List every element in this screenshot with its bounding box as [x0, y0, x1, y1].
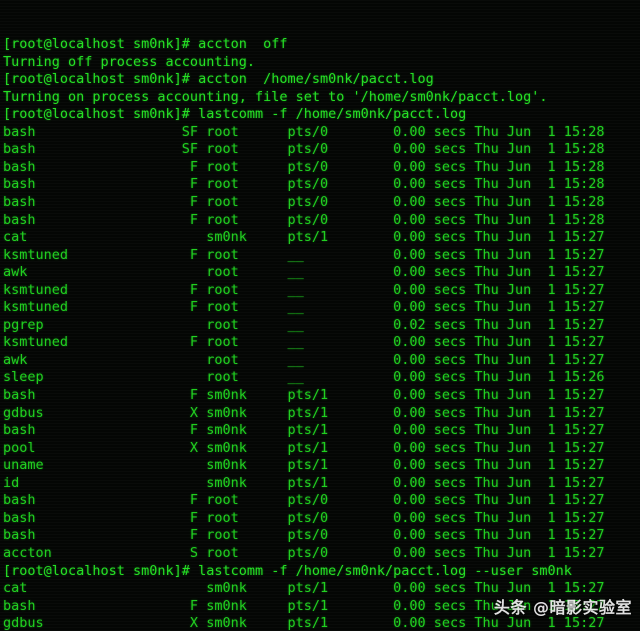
lastcomm-record-row: pool X sm0nk pts/1 0.00 secs Thu Jun 1 1…	[3, 439, 605, 456]
shell-prompt-line: [root@localhost sm0nk]# lastcomm -f /hom…	[3, 562, 572, 579]
lastcomm-record-row: bash F root pts/0 0.00 secs Thu Jun 1 15…	[3, 176, 605, 193]
lastcomm-record-row: cat sm0nk pts/1 0.00 secs Thu Jun 1 15:2…	[3, 229, 605, 246]
lastcomm-record-row: bash F root pts/0 0.00 secs Thu Jun 1 15…	[3, 158, 605, 175]
lastcomm-record-row: bash F sm0nk pts/1 0.00 secs Thu Jun 1 1…	[3, 597, 605, 614]
lastcomm-record-row: bash F root pts/0 0.00 secs Thu Jun 1 15…	[3, 509, 605, 526]
lastcomm-record-row: bash F root pts/0 0.00 secs Thu Jun 1 15…	[3, 194, 605, 211]
shell-message-line: Turning off process accounting.	[3, 53, 255, 70]
lastcomm-record-row: awk root __ 0.00 secs Thu Jun 1 15:27	[3, 264, 605, 281]
shell-prompt-line: [root@localhost sm0nk]# lastcomm -f /hom…	[3, 106, 467, 123]
lastcomm-record-row: bash F root pts/0 0.00 secs Thu Jun 1 15…	[3, 211, 605, 228]
lastcomm-record-row: gdbus X sm0nk pts/1 0.00 secs Thu Jun 1 …	[3, 404, 605, 421]
lastcomm-record-row: sleep root __ 0.00 secs Thu Jun 1 15:26	[3, 369, 605, 386]
lastcomm-record-row: uname sm0nk pts/1 0.00 secs Thu Jun 1 15…	[3, 457, 605, 474]
lastcomm-record-row: bash F root pts/0 0.00 secs Thu Jun 1 15…	[3, 492, 605, 509]
lastcomm-record-row: ksmtuned F root __ 0.00 secs Thu Jun 1 1…	[3, 246, 605, 263]
lastcomm-record-row: ksmtuned F root __ 0.00 secs Thu Jun 1 1…	[3, 334, 605, 351]
terminal-screen[interactable]: [root@localhost sm0nk]# accton off Turnin…	[0, 0, 604, 631]
lastcomm-record-row: bash F sm0nk pts/1 0.00 secs Thu Jun 1 1…	[3, 387, 605, 404]
lastcomm-record-row: bash F root pts/0 0.00 secs Thu Jun 1 15…	[3, 527, 605, 544]
shell-message-line: Turning on process accounting, file set …	[3, 88, 548, 105]
shell-prompt-line: [root@localhost sm0nk]# accton /home/sm0…	[3, 71, 434, 88]
lastcomm-record-row: gdbus X sm0nk pts/1 0.00 secs Thu Jun 1 …	[3, 615, 605, 631]
terminal-output: [root@localhost sm0nk]# accton off Turnin…	[3, 36, 604, 631]
lastcomm-record-row: awk root __ 0.00 secs Thu Jun 1 15:27	[3, 351, 605, 368]
lastcomm-record-row: cat sm0nk pts/1 0.00 secs Thu Jun 1 15:2…	[3, 580, 605, 597]
lastcomm-record-row: ksmtuned F root __ 0.00 secs Thu Jun 1 1…	[3, 281, 605, 298]
lastcomm-record-row: id sm0nk pts/1 0.00 secs Thu Jun 1 15:27	[3, 474, 605, 491]
shell-prompt-line: [root@localhost sm0nk]# accton off	[3, 36, 288, 53]
lastcomm-record-row: bash SF root pts/0 0.00 secs Thu Jun 1 1…	[3, 141, 605, 158]
lastcomm-record-row: bash SF root pts/0 0.00 secs Thu Jun 1 1…	[3, 123, 605, 140]
lastcomm-record-row: pgrep root __ 0.02 secs Thu Jun 1 15:27	[3, 316, 605, 333]
terminal-window[interactable]: [root@localhost sm0nk]# accton off Turnin…	[0, 0, 640, 631]
lastcomm-record-row: accton S root pts/0 0.00 secs Thu Jun 1 …	[3, 544, 605, 561]
lastcomm-record-row: ksmtuned F root __ 0.00 secs Thu Jun 1 1…	[3, 299, 605, 316]
lastcomm-record-row: bash F sm0nk pts/1 0.00 secs Thu Jun 1 1…	[3, 422, 605, 439]
